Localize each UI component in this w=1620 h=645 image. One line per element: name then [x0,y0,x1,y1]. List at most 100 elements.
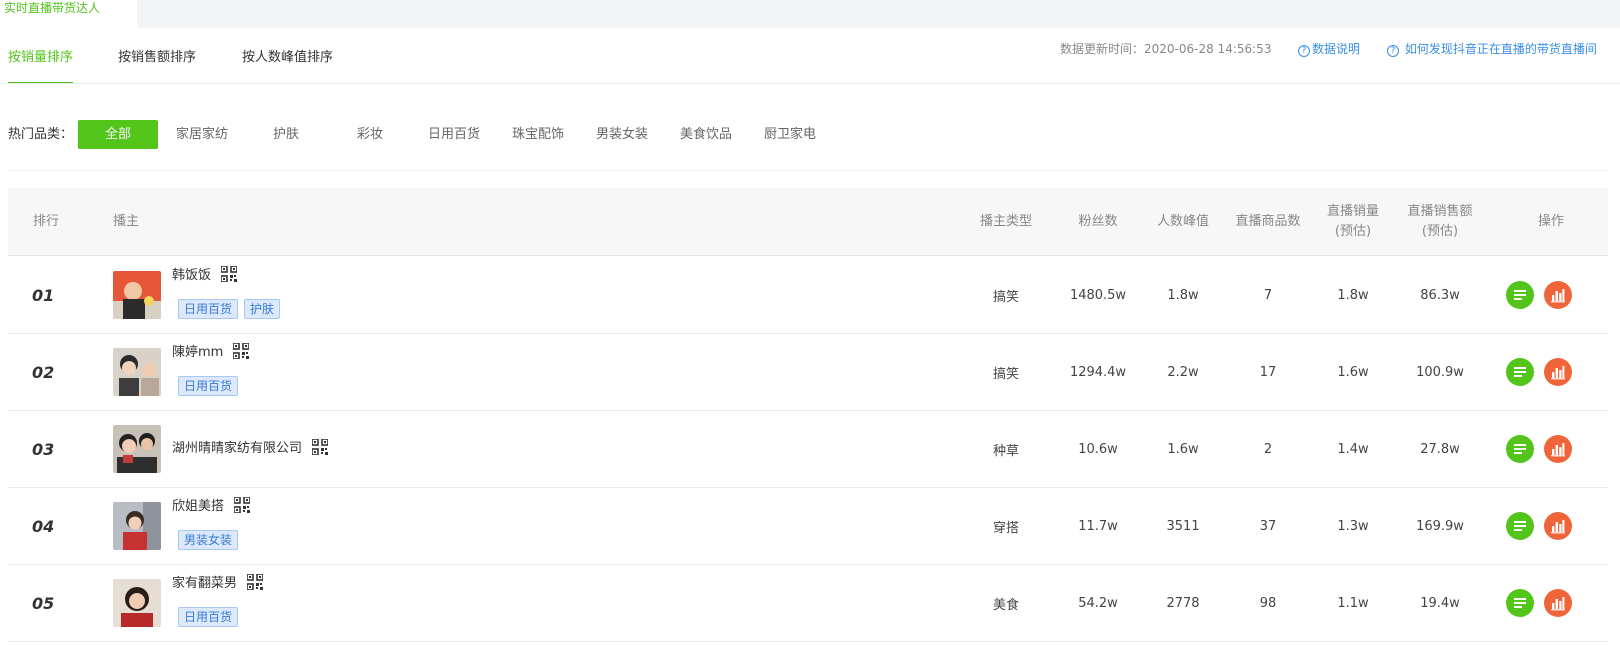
anchor-name[interactable]: 欣姐美搭 [172,499,224,514]
anchor-tags: 日用百货 [178,607,244,627]
anchor-type: 搞笑 [992,289,1019,305]
category-tag: 日用百货 [178,376,239,396]
category-all[interactable]: 全部 [78,120,158,149]
category-skincare[interactable]: 护肤 [256,120,316,149]
rank-number: 02 [32,362,55,382]
sales-volume: 1.8w [1337,287,1369,303]
header-anchor: 播主 [113,214,140,229]
peak-viewers: 2778 [1166,595,1200,611]
fans-count: 10.6w [1078,441,1118,457]
top-tab-strip [0,0,1620,28]
table-header: 排行 播主 播主类型 粉丝数 人数峰值 直播商品数 直播销量 (预估) 直播销售… [8,188,1608,256]
rank-number: 04 [32,516,55,536]
stats-button[interactable] [1544,435,1572,463]
category-daily-goods[interactable]: 日用百货 [424,120,484,149]
anchor-name-row[interactable]: 欣姐美搭 [172,495,251,517]
data-explain-link[interactable]: ? 数据说明 [1298,40,1360,57]
detail-button[interactable] [1506,281,1534,309]
anchor-name[interactable]: 韩饭饭 [172,268,211,283]
goods-count: 17 [1259,364,1277,380]
qr-code-icon[interactable] [220,265,238,286]
header-rank: 排行 [32,214,59,229]
anchor-name[interactable]: 陳婷mm [172,345,223,360]
how-to-find-link[interactable]: ? 如何发现抖音正在直播的带货直播间 [1387,40,1597,57]
sales-amount: 100.9w [1416,364,1464,380]
anchor-name-row[interactable]: 韩饭饭 [172,264,238,286]
detail-button[interactable] [1506,435,1534,463]
stats-button[interactable] [1544,589,1572,617]
goods-count: 2 [1263,441,1273,457]
category-tag: 日用百货 [178,607,239,627]
detail-button[interactable] [1506,358,1534,386]
help-circle-icon: ? [1298,45,1310,57]
row-actions [1506,565,1596,641]
header-peak: 人数峰值 [1156,214,1209,229]
stats-button[interactable] [1544,281,1572,309]
sales-amount: 86.3w [1420,287,1460,303]
rank-number: 05 [32,593,55,613]
avatar[interactable] [113,502,161,550]
list-detail-icon [1514,290,1526,300]
fans-count: 54.2w [1078,595,1118,611]
list-detail-icon [1514,367,1526,377]
detail-button[interactable] [1506,512,1534,540]
list-detail-icon [1514,598,1526,608]
category-jewelry[interactable]: 珠宝配饰 [508,120,568,149]
tab-sort-by-peak[interactable]: 按人数峰值排序 [242,48,333,84]
bar-chart-icon [1551,443,1565,457]
avatar[interactable] [113,271,161,319]
sales-amount: 27.8w [1420,441,1460,457]
header-fans: 粉丝数 [1078,214,1118,229]
avatar[interactable] [113,579,161,627]
help-circle-icon: ? [1387,45,1399,57]
row-actions [1506,488,1596,564]
fans-count: 1294.4w [1069,364,1127,380]
qr-code-icon[interactable] [233,496,251,517]
anchor-type: 种草 [992,443,1019,459]
header-sales-amount-line1: 直播销售额 [1407,204,1473,219]
header-goods-count: 直播商品数 [1235,214,1301,229]
table-row: 02 陳婷mm 日用百货 搞笑 1294.4w 2.2w 17 1.6w 100… [8,334,1608,411]
category-home-textile[interactable]: 家居家纺 [172,120,232,149]
category-apparel[interactable]: 男装女装 [592,120,652,149]
page-tab-live-anchors[interactable]: 实时直播带货达人 [0,0,137,28]
category-divider [8,170,1608,171]
header-sales-amount: 直播销售额 (预估) [1396,188,1484,256]
table-row: 01 韩饭饭 日用百货 护肤 搞笑 1480.5w 1.8w 7 1.8w 86.… [8,257,1608,334]
sales-amount: 19.4w [1420,595,1460,611]
stats-button[interactable] [1544,512,1572,540]
header-ops: 操作 [1537,214,1564,229]
peak-viewers: 1.6w [1167,441,1199,457]
qr-code-icon[interactable] [232,342,251,363]
fans-count: 1480.5w [1069,287,1127,303]
anchor-type: 搞笑 [992,366,1019,382]
category-food-drink[interactable]: 美食饮品 [676,120,736,149]
qr-code-icon[interactable] [311,438,329,459]
table-row: 05 家有翻菜男 日用百货 美食 54.2w 2778 98 1.1w 19.4… [8,565,1608,642]
sales-volume: 1.6w [1337,364,1369,380]
row-actions [1506,257,1596,333]
category-label: 热门品类： [8,127,74,142]
bar-chart-icon [1551,597,1565,611]
anchor-type: 美食 [992,597,1019,613]
anchor-name-row[interactable]: 湖州晴晴家纺有限公司 [172,437,329,459]
avatar[interactable] [113,425,161,473]
detail-button[interactable] [1506,589,1534,617]
anchor-name[interactable]: 家有翻菜男 [172,576,237,591]
tabs-divider [0,83,1620,84]
tab-sort-by-volume[interactable]: 按销量排序 [8,48,74,84]
stats-button[interactable] [1544,358,1572,386]
category-kitchen-appliance[interactable]: 厨卫家电 [760,120,820,149]
avatar[interactable] [113,348,161,396]
anchor-tags: 男装女装 [178,530,244,550]
anchor-name-row[interactable]: 家有翻菜男 [172,572,264,594]
sales-volume: 1.1w [1337,595,1369,611]
qr-code-icon[interactable] [246,573,264,594]
category-tag: 男装女装 [178,530,239,550]
anchor-name[interactable]: 湖州晴晴家纺有限公司 [172,441,302,456]
anchor-name-row[interactable]: 陳婷mm [172,341,251,363]
row-actions [1506,334,1596,410]
tab-sort-by-amount[interactable]: 按销售额排序 [118,48,196,84]
category-makeup[interactable]: 彩妆 [340,120,400,149]
peak-viewers: 2.2w [1167,364,1199,380]
